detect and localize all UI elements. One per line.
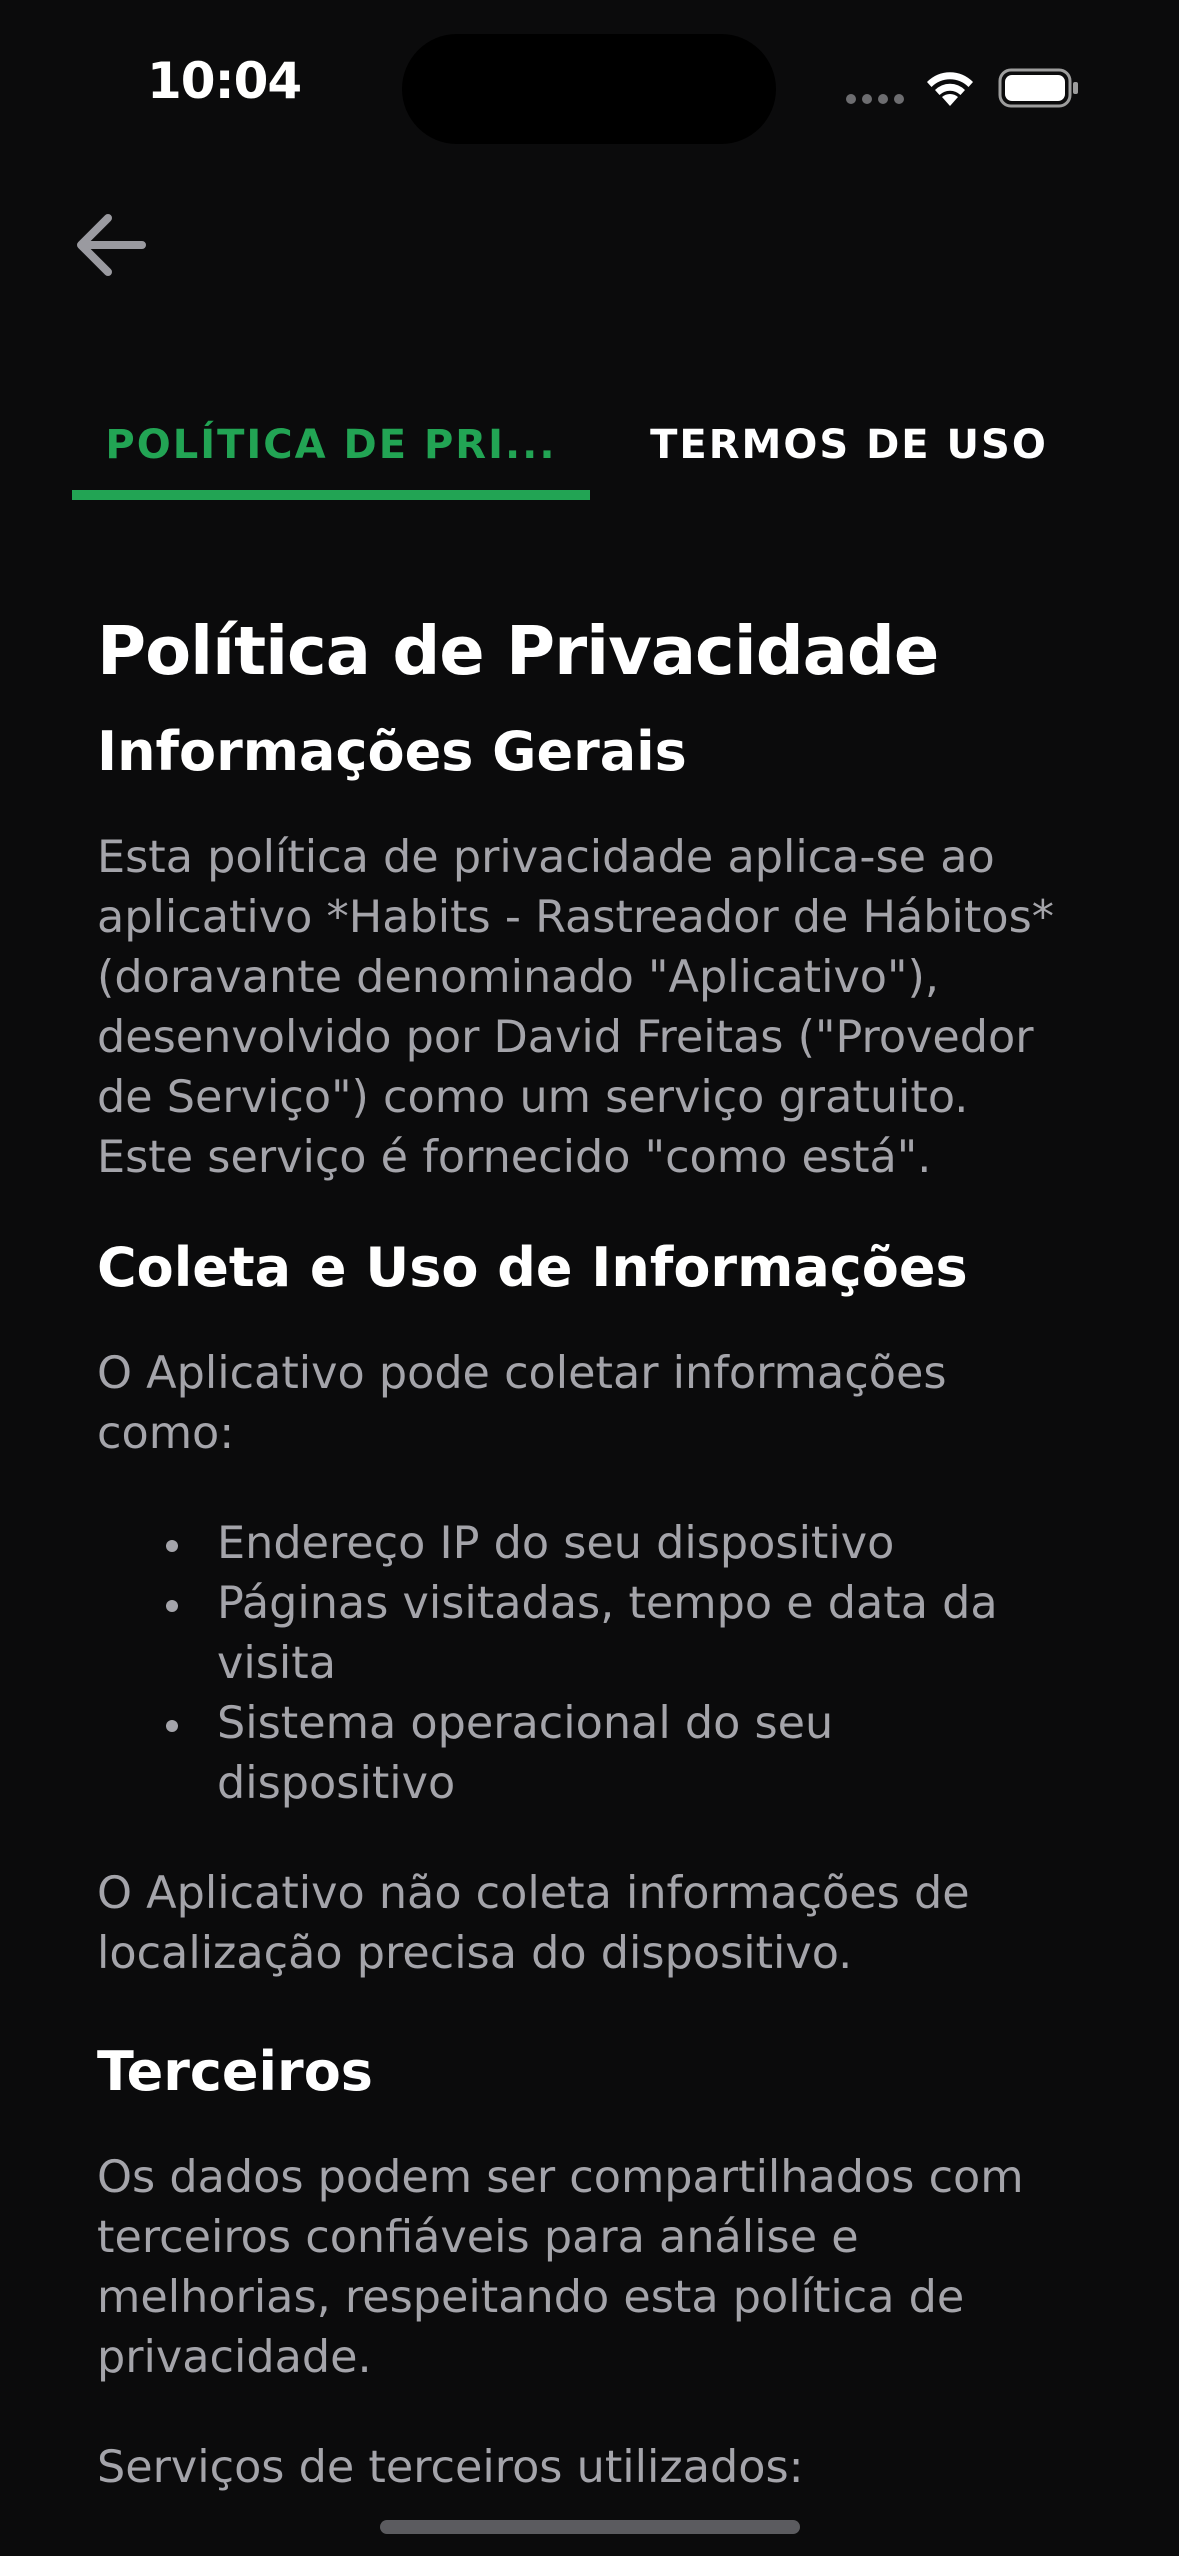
section-heading-data-collection: Coleta e Uso de Informações [97,1236,968,1299]
dynamic-island [402,34,776,144]
back-button[interactable] [62,200,158,290]
page-title: Política de Privacidade [97,612,939,690]
third-parties-paragraph: Os dados podem ser compartilhados com te… [97,2152,1024,2383]
list-item: Sistema operacional do seu dispositivo [97,1694,1097,1814]
tab-terms-of-use[interactable]: TERMOS DE USO [590,390,1108,500]
status-time: 10:04 [147,52,302,110]
active-tab-indicator [72,490,590,500]
section-heading-general-info: Informações Gerais [97,720,687,783]
privacy-policy-screen: 10:04 POLÍTICA DE PRI... TERMOS DE USO P… [0,0,1179,2556]
collected-data-list: Endereço IP do seu dispositivo Páginas v… [97,1514,1097,1814]
arrow-left-icon [77,214,146,276]
location-paragraph: O Aplicativo não coleta informações de l… [97,1868,970,1979]
third-party-services-label: Serviços de terceiros utilizados: [97,2442,804,2493]
list-item: Endereço IP do seu dispositivo [97,1514,1097,1574]
general-info-paragraph: Esta política de privacidade aplica-se a… [97,832,1055,1183]
wifi-icon [927,72,973,106]
tab-privacy-policy[interactable]: POLÍTICA DE PRI... [72,390,590,500]
data-collection-intro: O Aplicativo pode coletar informações co… [97,1348,947,1459]
list-item: Páginas visitadas, tempo e data da visit… [97,1574,1097,1694]
home-indicator[interactable] [380,2520,800,2534]
policy-content: Política de Privacidade Informações Gera… [97,606,1097,2498]
signal-dots-icon [846,94,906,106]
battery-icon [998,68,1078,108]
section-heading-third-parties: Terceiros [97,2040,373,2103]
